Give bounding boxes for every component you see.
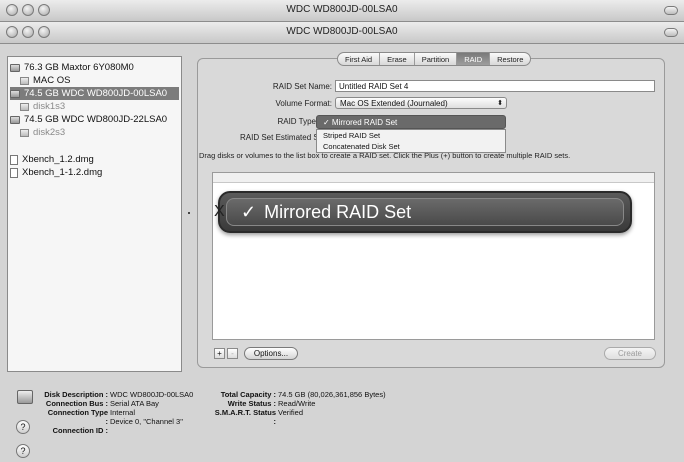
callout-edge-glyph: X xyxy=(214,203,225,220)
tab-restore[interactable]: Restore xyxy=(490,53,530,65)
sidebar-item-label: 74.5 GB WDC WD800JD-22LSA0 xyxy=(24,114,168,125)
info-value: Internal xyxy=(110,408,136,417)
volume-icon xyxy=(20,76,29,85)
menu-item-striped[interactable]: Striped RAID Set xyxy=(317,130,505,141)
volume-icon xyxy=(20,102,29,111)
info-value: Device 0, "Channel 3" xyxy=(110,417,183,426)
sidebar-item-label: disk2s3 xyxy=(33,127,66,138)
sidebar-item-label: disk1s3 xyxy=(33,101,66,112)
window-content: 76.3 GB Maxtor 6Y080M0 MAC OS 74.5 GB WD… xyxy=(0,44,684,462)
info-right-keys: Total Capacity : Write Status : S.M.A.R.… xyxy=(214,390,276,426)
volume-format-value: Mac OS Extended (Journaled) xyxy=(340,99,448,108)
raid-set-name-input[interactable]: Untitled RAID Set 4 xyxy=(335,80,655,92)
sidebar-item-xbench-dmg[interactable]: Xbench_1.2.dmg xyxy=(10,153,179,166)
sidebar-item-label: 74.5 GB WDC WD800JD-00LSA0 xyxy=(24,88,168,99)
menu-item-concatenated[interactable]: Concatenated Disk Set xyxy=(317,141,505,152)
info-key: Connection ID : xyxy=(52,426,108,435)
help-button-secondary[interactable]: ? xyxy=(16,444,30,458)
remove-raid-set-button[interactable]: - xyxy=(227,348,238,359)
create-button[interactable]: Create xyxy=(604,347,656,360)
info-key: Connection Type : xyxy=(47,408,108,426)
info-value: 74.5 GB (80,026,361,856 Bytes) xyxy=(278,390,386,399)
info-right-values: 74.5 GB (80,026,361,856 Bytes) Read/Writ… xyxy=(278,390,386,417)
zoom-popup-button: ✓ Mirrored RAID Set xyxy=(226,198,624,226)
back-window-titlebar[interactable]: WDC WD800JD-00LSA0 xyxy=(0,0,684,22)
disk-sidebar[interactable]: 76.3 GB Maxtor 6Y080M0 MAC OS 74.5 GB WD… xyxy=(7,56,182,372)
sidebar-item-macos-volume[interactable]: MAC OS xyxy=(10,74,179,87)
info-value: Verified xyxy=(278,408,304,417)
info-key: Disk Description : xyxy=(44,390,108,399)
toolbar-toggle-button[interactable] xyxy=(664,28,678,37)
raid-estimated-size-label: RAID Set Estimated Size xyxy=(240,133,316,142)
zoom-label: Mirrored RAID Set xyxy=(264,201,412,222)
dmg-icon xyxy=(10,154,18,165)
sidebar-item-maxtor-disk[interactable]: 76.3 GB Maxtor 6Y080M0 xyxy=(10,61,179,74)
info-key: Total Capacity : xyxy=(220,390,276,399)
toolbar-toggle-button[interactable] xyxy=(664,6,678,15)
help-button[interactable]: ? xyxy=(16,420,30,434)
sidebar-item-label: MAC OS xyxy=(33,75,71,86)
sidebar-item-disk2s3[interactable]: disk2s3 xyxy=(10,126,179,139)
sidebar-item-wdc-22lsa0-disk[interactable]: 74.5 GB WDC WD800JD-22LSA0 xyxy=(10,113,179,126)
checkmark-icon: ✓ xyxy=(241,201,257,222)
raid-type-menu: Striped RAID Set Concatenated Disk Set xyxy=(316,129,506,153)
sidebar-item-label: 76.3 GB Maxtor 6Y080M0 xyxy=(24,62,134,73)
front-window-titlebar[interactable]: WDC WD800JD-00LSA0 xyxy=(0,22,684,44)
info-value: Serial ATA Bay xyxy=(110,399,159,408)
info-key: Write Status : xyxy=(227,399,276,408)
disk-icon xyxy=(10,63,20,72)
tab-bar: First Aid Erase Partition RAID Restore xyxy=(337,52,532,66)
volume-format-select[interactable]: Mac OS Extended (Journaled) ⬍ xyxy=(335,97,507,109)
split-view-handle[interactable] xyxy=(188,212,190,214)
tab-erase[interactable]: Erase xyxy=(380,53,415,65)
raid-type-select[interactable]: ✓ Mirrored RAID Set xyxy=(316,115,506,129)
tab-first-aid[interactable]: First Aid xyxy=(338,53,381,65)
window-title: WDC WD800JD-00LSA0 xyxy=(286,4,398,15)
tab-raid[interactable]: RAID xyxy=(457,53,491,65)
popup-arrows-icon: ⬍ xyxy=(497,100,503,107)
options-button[interactable]: Options... xyxy=(244,347,298,360)
sidebar-item-label: Xbench_1.2.dmg xyxy=(22,154,94,165)
volume-format-label: Volume Format: xyxy=(275,99,332,108)
disk-info-icon xyxy=(17,390,33,404)
raid-set-name-label: RAID Set Name: xyxy=(272,82,332,91)
sidebar-item-xbench-1-dmg[interactable]: Xbench_1-1.2.dmg xyxy=(10,166,179,179)
info-value: WDC WD800JD-00LSA0 xyxy=(110,390,194,399)
info-key: Connection Bus : xyxy=(45,399,108,408)
list-header xyxy=(213,173,654,183)
raid-type-zoom-callout: X ✓ Mirrored RAID Set xyxy=(214,191,632,233)
disk-icon xyxy=(10,89,20,98)
add-raid-set-button[interactable]: + xyxy=(214,348,225,359)
volume-icon xyxy=(20,128,29,137)
info-value: Read/Write xyxy=(278,399,316,408)
info-key: S.M.A.R.T. Status : xyxy=(214,408,276,426)
raid-type-label: RAID Type xyxy=(277,117,316,126)
window-title: WDC WD800JD-00LSA0 xyxy=(286,26,398,37)
sidebar-item-wdc-00lsa0-disk[interactable]: 74.5 GB WDC WD800JD-00LSA0 xyxy=(10,87,179,100)
tab-partition[interactable]: Partition xyxy=(415,53,458,65)
disk-icon xyxy=(10,115,20,124)
info-left-keys: Disk Description : Connection Bus : Conn… xyxy=(44,390,108,435)
sidebar-item-disk1s3[interactable]: disk1s3 xyxy=(10,100,179,113)
info-left-values: WDC WD800JD-00LSA0 Serial ATA Bay Intern… xyxy=(110,390,193,426)
sidebar-item-label: Xbench_1-1.2.dmg xyxy=(22,167,103,178)
dmg-icon xyxy=(10,167,18,178)
